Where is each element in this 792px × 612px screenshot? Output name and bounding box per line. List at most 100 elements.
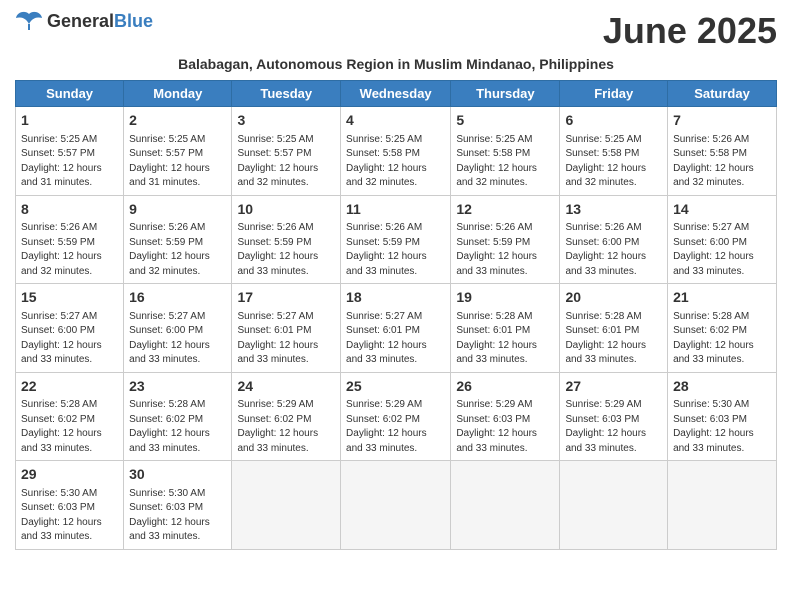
calendar-table: SundayMondayTuesdayWednesdayThursdayFrid…: [15, 80, 777, 550]
day-info: Sunrise: 5:30 AMSunset: 6:03 PMDaylight:…: [673, 398, 771, 456]
calendar-week-3: 15Sunrise: 5:27 AMSunset: 6:00 PMDayligh…: [16, 284, 777, 373]
calendar-cell: [341, 461, 451, 550]
calendar-cell: 28Sunrise: 5:30 AMSunset: 6:03 PMDayligh…: [668, 372, 777, 461]
calendar-cell: 3Sunrise: 5:25 AMSunset: 5:57 PMDaylight…: [232, 107, 341, 196]
day-number: 8: [21, 200, 118, 220]
weekday-header-saturday: Saturday: [668, 81, 777, 107]
calendar-cell: 26Sunrise: 5:29 AMSunset: 6:03 PMDayligh…: [451, 372, 560, 461]
day-info: Sunrise: 5:27 AMSunset: 6:00 PMDaylight:…: [129, 310, 226, 368]
day-number: 2: [129, 111, 226, 131]
calendar-cell: 19Sunrise: 5:28 AMSunset: 6:01 PMDayligh…: [451, 284, 560, 373]
calendar-cell: 6Sunrise: 5:25 AMSunset: 5:58 PMDaylight…: [560, 107, 668, 196]
day-info: Sunrise: 5:29 AMSunset: 6:03 PMDaylight:…: [565, 398, 662, 456]
calendar-cell: 9Sunrise: 5:26 AMSunset: 5:59 PMDaylight…: [124, 195, 232, 284]
day-number: 14: [673, 200, 771, 220]
day-number: 22: [21, 377, 118, 397]
day-info: Sunrise: 5:27 AMSunset: 6:00 PMDaylight:…: [21, 310, 118, 368]
header: GeneralBlue June 2025: [15, 10, 777, 52]
day-number: 18: [346, 288, 445, 308]
calendar-cell: 20Sunrise: 5:28 AMSunset: 6:01 PMDayligh…: [560, 284, 668, 373]
calendar-week-1: 1Sunrise: 5:25 AMSunset: 5:57 PMDaylight…: [16, 107, 777, 196]
day-info: Sunrise: 5:30 AMSunset: 6:03 PMDaylight:…: [129, 487, 226, 545]
day-info: Sunrise: 5:25 AMSunset: 5:57 PMDaylight:…: [237, 133, 335, 191]
calendar-cell: 17Sunrise: 5:27 AMSunset: 6:01 PMDayligh…: [232, 284, 341, 373]
calendar-cell: 24Sunrise: 5:29 AMSunset: 6:02 PMDayligh…: [232, 372, 341, 461]
calendar-cell: 25Sunrise: 5:29 AMSunset: 6:02 PMDayligh…: [341, 372, 451, 461]
logo-general: General: [47, 11, 114, 31]
calendar-cell: 15Sunrise: 5:27 AMSunset: 6:00 PMDayligh…: [16, 284, 124, 373]
day-number: 16: [129, 288, 226, 308]
day-number: 20: [565, 288, 662, 308]
day-info: Sunrise: 5:25 AMSunset: 5:57 PMDaylight:…: [21, 133, 118, 191]
day-info: Sunrise: 5:28 AMSunset: 6:01 PMDaylight:…: [456, 310, 554, 368]
weekday-header-friday: Friday: [560, 81, 668, 107]
calendar-week-4: 22Sunrise: 5:28 AMSunset: 6:02 PMDayligh…: [16, 372, 777, 461]
weekday-header-wednesday: Wednesday: [341, 81, 451, 107]
day-number: 11: [346, 200, 445, 220]
calendar-cell: [232, 461, 341, 550]
day-info: Sunrise: 5:26 AMSunset: 5:59 PMDaylight:…: [346, 221, 445, 279]
day-info: Sunrise: 5:30 AMSunset: 6:03 PMDaylight:…: [21, 487, 118, 545]
day-info: Sunrise: 5:29 AMSunset: 6:03 PMDaylight:…: [456, 398, 554, 456]
day-number: 29: [21, 465, 118, 485]
calendar-cell: 5Sunrise: 5:25 AMSunset: 5:58 PMDaylight…: [451, 107, 560, 196]
day-number: 23: [129, 377, 226, 397]
day-number: 19: [456, 288, 554, 308]
weekday-header-row: SundayMondayTuesdayWednesdayThursdayFrid…: [16, 81, 777, 107]
calendar-cell: [451, 461, 560, 550]
calendar-cell: [668, 461, 777, 550]
calendar-cell: 2Sunrise: 5:25 AMSunset: 5:57 PMDaylight…: [124, 107, 232, 196]
day-info: Sunrise: 5:27 AMSunset: 6:00 PMDaylight:…: [673, 221, 771, 279]
subtitle: Balabagan, Autonomous Region in Muslim M…: [15, 56, 777, 72]
day-number: 1: [21, 111, 118, 131]
day-number: 30: [129, 465, 226, 485]
day-info: Sunrise: 5:26 AMSunset: 6:00 PMDaylight:…: [565, 221, 662, 279]
weekday-header-sunday: Sunday: [16, 81, 124, 107]
day-info: Sunrise: 5:26 AMSunset: 5:59 PMDaylight:…: [21, 221, 118, 279]
logo-blue: Blue: [114, 11, 153, 31]
month-title: June 2025: [603, 10, 777, 52]
day-number: 24: [237, 377, 335, 397]
day-number: 21: [673, 288, 771, 308]
weekday-header-thursday: Thursday: [451, 81, 560, 107]
day-info: Sunrise: 5:25 AMSunset: 5:58 PMDaylight:…: [456, 133, 554, 191]
day-info: Sunrise: 5:27 AMSunset: 6:01 PMDaylight:…: [237, 310, 335, 368]
day-info: Sunrise: 5:26 AMSunset: 5:59 PMDaylight:…: [456, 221, 554, 279]
day-info: Sunrise: 5:28 AMSunset: 6:02 PMDaylight:…: [673, 310, 771, 368]
day-info: Sunrise: 5:25 AMSunset: 5:58 PMDaylight:…: [346, 133, 445, 191]
day-number: 3: [237, 111, 335, 131]
day-number: 25: [346, 377, 445, 397]
day-info: Sunrise: 5:29 AMSunset: 6:02 PMDaylight:…: [346, 398, 445, 456]
logo-icon: [15, 10, 43, 32]
calendar-cell: 14Sunrise: 5:27 AMSunset: 6:00 PMDayligh…: [668, 195, 777, 284]
calendar-cell: 1Sunrise: 5:25 AMSunset: 5:57 PMDaylight…: [16, 107, 124, 196]
day-info: Sunrise: 5:26 AMSunset: 5:58 PMDaylight:…: [673, 133, 771, 191]
day-number: 4: [346, 111, 445, 131]
calendar-cell: 16Sunrise: 5:27 AMSunset: 6:00 PMDayligh…: [124, 284, 232, 373]
calendar-cell: 11Sunrise: 5:26 AMSunset: 5:59 PMDayligh…: [341, 195, 451, 284]
day-number: 15: [21, 288, 118, 308]
calendar-week-5: 29Sunrise: 5:30 AMSunset: 6:03 PMDayligh…: [16, 461, 777, 550]
calendar-cell: 21Sunrise: 5:28 AMSunset: 6:02 PMDayligh…: [668, 284, 777, 373]
calendar-cell: 29Sunrise: 5:30 AMSunset: 6:03 PMDayligh…: [16, 461, 124, 550]
day-info: Sunrise: 5:26 AMSunset: 5:59 PMDaylight:…: [237, 221, 335, 279]
day-number: 13: [565, 200, 662, 220]
calendar-cell: [560, 461, 668, 550]
day-number: 27: [565, 377, 662, 397]
calendar-cell: 8Sunrise: 5:26 AMSunset: 5:59 PMDaylight…: [16, 195, 124, 284]
day-info: Sunrise: 5:27 AMSunset: 6:01 PMDaylight:…: [346, 310, 445, 368]
calendar-cell: 10Sunrise: 5:26 AMSunset: 5:59 PMDayligh…: [232, 195, 341, 284]
day-number: 5: [456, 111, 554, 131]
calendar-cell: 23Sunrise: 5:28 AMSunset: 6:02 PMDayligh…: [124, 372, 232, 461]
day-info: Sunrise: 5:28 AMSunset: 6:02 PMDaylight:…: [129, 398, 226, 456]
calendar-cell: 7Sunrise: 5:26 AMSunset: 5:58 PMDaylight…: [668, 107, 777, 196]
day-number: 17: [237, 288, 335, 308]
day-info: Sunrise: 5:28 AMSunset: 6:02 PMDaylight:…: [21, 398, 118, 456]
day-info: Sunrise: 5:26 AMSunset: 5:59 PMDaylight:…: [129, 221, 226, 279]
calendar-week-2: 8Sunrise: 5:26 AMSunset: 5:59 PMDaylight…: [16, 195, 777, 284]
calendar-cell: 22Sunrise: 5:28 AMSunset: 6:02 PMDayligh…: [16, 372, 124, 461]
calendar-cell: 30Sunrise: 5:30 AMSunset: 6:03 PMDayligh…: [124, 461, 232, 550]
weekday-header-monday: Monday: [124, 81, 232, 107]
calendar-cell: 12Sunrise: 5:26 AMSunset: 5:59 PMDayligh…: [451, 195, 560, 284]
day-number: 26: [456, 377, 554, 397]
